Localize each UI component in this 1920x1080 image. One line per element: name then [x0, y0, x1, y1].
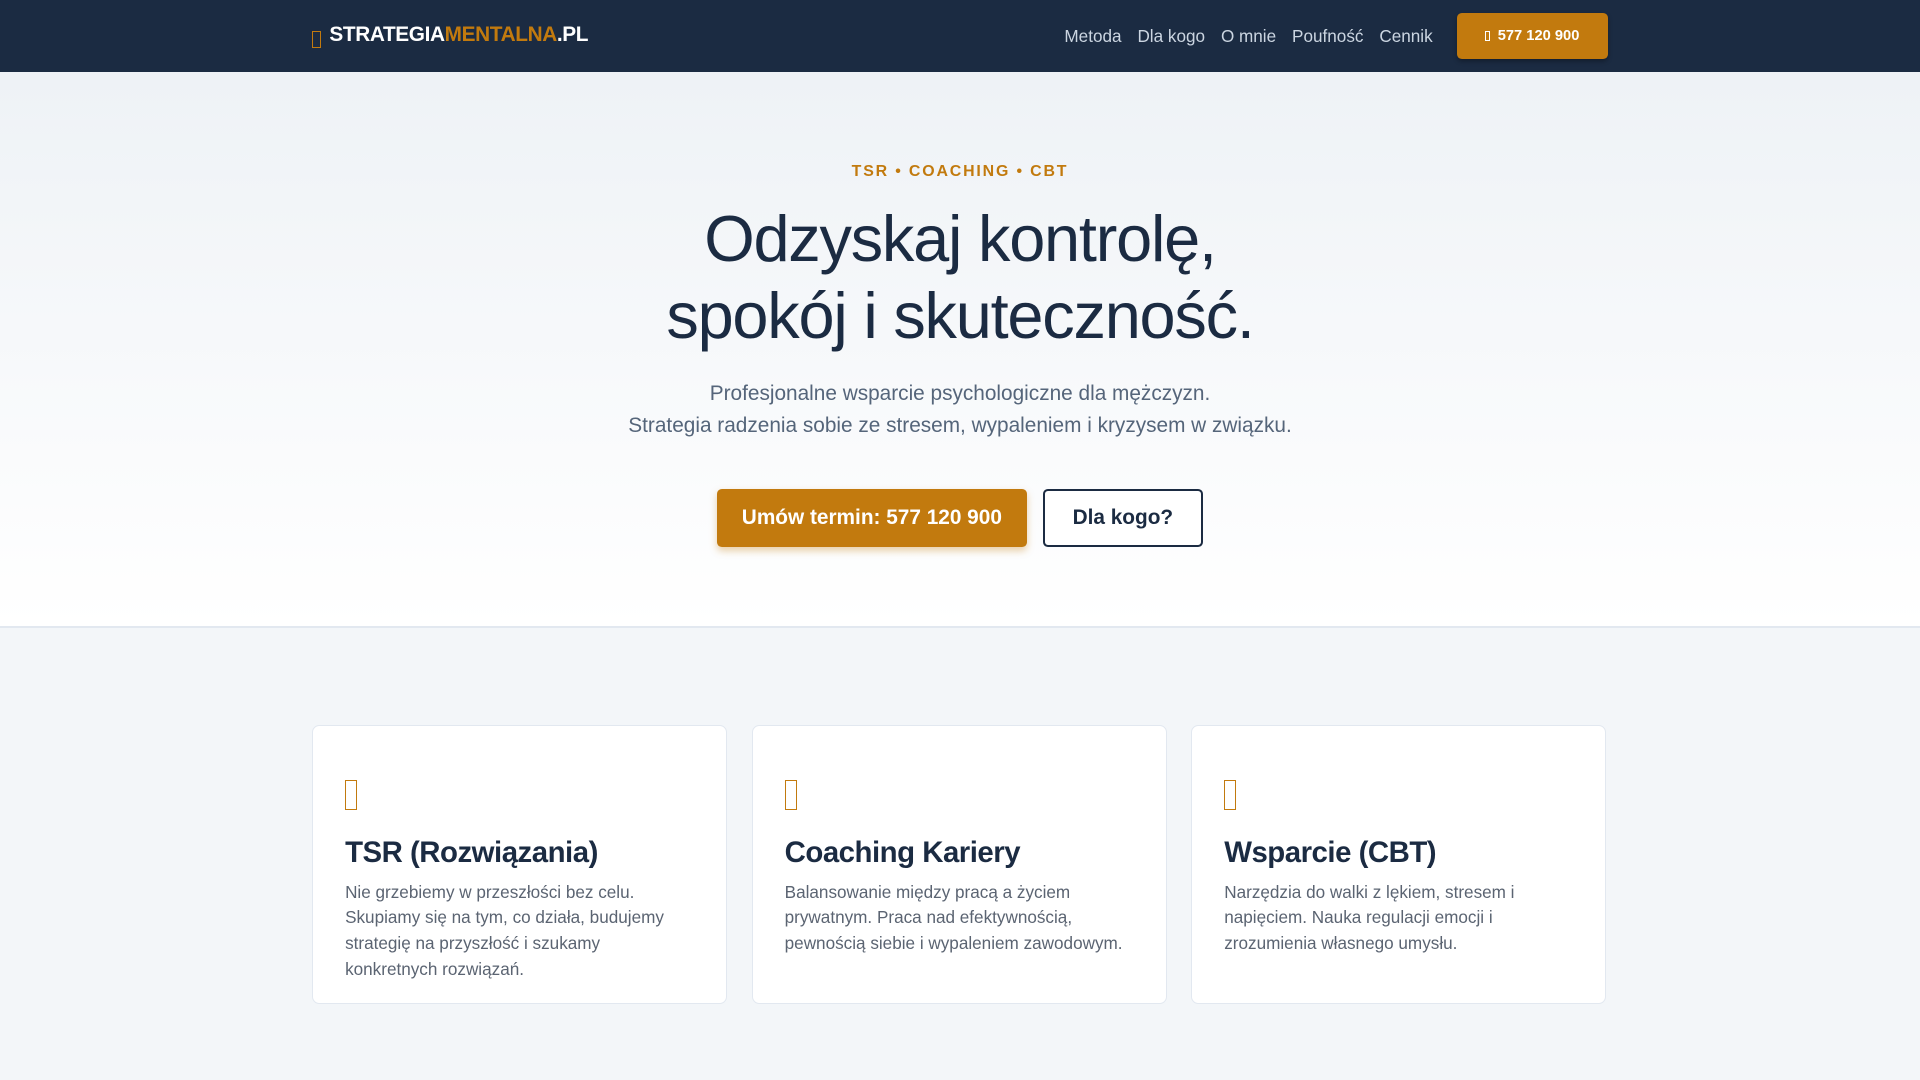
hero-kicker: TSR • COACHING • CBT: [851, 162, 1069, 180]
nav-link-o-mnie[interactable]: O mnie: [1221, 26, 1276, 47]
card-title: Coaching Kariery: [784, 835, 1021, 869]
phone-button[interactable]: 577 120 900: [1457, 13, 1608, 59]
nav-menu: Metoda Dla kogo O mnie Poufność Cennik: [1064, 26, 1432, 47]
card-title: Wsparcie (CBT): [1224, 835, 1437, 869]
service-card: Wsparcie (CBT) Narzędzia do walki z lęki…: [1191, 724, 1607, 1005]
nav-link-metoda[interactable]: Metoda: [1064, 26, 1121, 47]
brain-icon: [312, 30, 321, 48]
solution-icon: [345, 779, 358, 811]
card-title: TSR (Rozwiązania): [345, 835, 598, 869]
hero-subtitle: Profesjonalne wsparcie psychologiczne dl…: [628, 382, 1292, 438]
card-text: Narzędzia do walki z lękiem, stresem i n…: [1224, 881, 1515, 954]
nav-link-dla-kogo[interactable]: Dla kogo: [1137, 26, 1205, 47]
card-text: Nie grzebiemy w przeszłości bez celu. Sk…: [345, 881, 664, 979]
card-text: Balansowanie między pracą a życiem prywa…: [784, 881, 1123, 954]
book-appointment-button[interactable]: Umów termin: 577 120 900: [716, 488, 1027, 548]
service-card: TSR (Rozwiązania) Nie grzebiemy w przesz…: [312, 724, 728, 1005]
support-icon: [1224, 779, 1237, 811]
logo[interactable]: STRATEGIA MENTALNA .PL: [312, 23, 589, 48]
phone-icon: [1485, 31, 1491, 41]
for-whom-button[interactable]: Dla kogo?: [1042, 488, 1204, 548]
career-icon: [784, 779, 797, 811]
hero-title: Odzyskaj kontrolę, spokój i skuteczność.: [666, 201, 1255, 352]
services-cards: TSR (Rozwiązania) Nie grzebiemy w przesz…: [312, 724, 1607, 1005]
service-card: Coaching Kariery Balansowanie między pra…: [751, 724, 1167, 1005]
nav-link-cennik[interactable]: Cennik: [1379, 26, 1432, 47]
nav-link-poufnosc[interactable]: Poufność: [1292, 26, 1363, 47]
hero-section: TSR • COACHING • CBT Odzyskaj kontrolę, s…: [0, 72, 1920, 629]
navbar: STRATEGIA MENTALNA .PL Metoda Dla kogo O m…: [0, 0, 1920, 73]
